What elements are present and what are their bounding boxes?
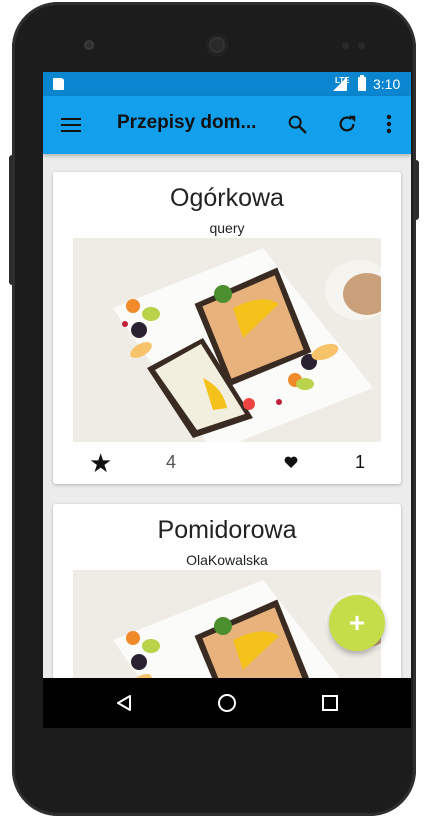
proximity-sensor: [342, 42, 349, 49]
recipe-author: query: [209, 220, 245, 236]
likes-count: 1: [355, 452, 366, 472]
recipe-metrics: ★ 4 1: [53, 442, 401, 484]
recipe-card[interactable]: Ogórkowa query ★ 4 1: [53, 172, 401, 484]
menu-icon[interactable]: [61, 118, 81, 132]
recents-icon: [322, 695, 338, 711]
front-camera: [84, 40, 94, 50]
recipe-author: OlaKowalska: [186, 552, 268, 568]
search-button[interactable]: [283, 110, 311, 138]
back-button[interactable]: [109, 688, 139, 718]
heart-icon[interactable]: [283, 450, 299, 474]
refresh-icon: [339, 115, 356, 132]
light-sensor: [358, 42, 365, 49]
status-bar: LTE 3:10: [43, 72, 411, 96]
home-button[interactable]: [212, 688, 242, 718]
stars-count: 4: [166, 452, 177, 472]
more-options-button[interactable]: [375, 110, 403, 138]
navigation-bar: [43, 678, 411, 728]
recipe-title: Ogórkowa: [170, 184, 284, 212]
phone-frame: LTE 3:10 Przepisy dom... Ogórkowa query: [12, 2, 416, 816]
recipe-photo: [73, 238, 381, 442]
network-type-label: LTE: [335, 76, 350, 85]
sd-card-icon: [53, 78, 64, 90]
earpiece-speaker: [206, 34, 228, 56]
screen: LTE 3:10 Przepisy dom... Ogórkowa query: [43, 72, 411, 728]
back-icon: [117, 695, 131, 711]
home-icon: [218, 694, 236, 712]
more-vert-icon: [386, 114, 392, 134]
star-icon[interactable]: ★: [89, 448, 112, 479]
app-bar: Przepisy dom...: [43, 96, 411, 154]
status-time: 3:10: [373, 76, 401, 92]
app-title: Przepisy dom...: [117, 112, 257, 133]
search-icon: [288, 115, 307, 134]
recipe-title: Pomidorowa: [157, 516, 297, 544]
recents-button[interactable]: [315, 688, 345, 718]
add-recipe-button[interactable]: +: [329, 595, 385, 651]
battery-icon: [358, 75, 366, 91]
refresh-button[interactable]: [333, 110, 361, 138]
